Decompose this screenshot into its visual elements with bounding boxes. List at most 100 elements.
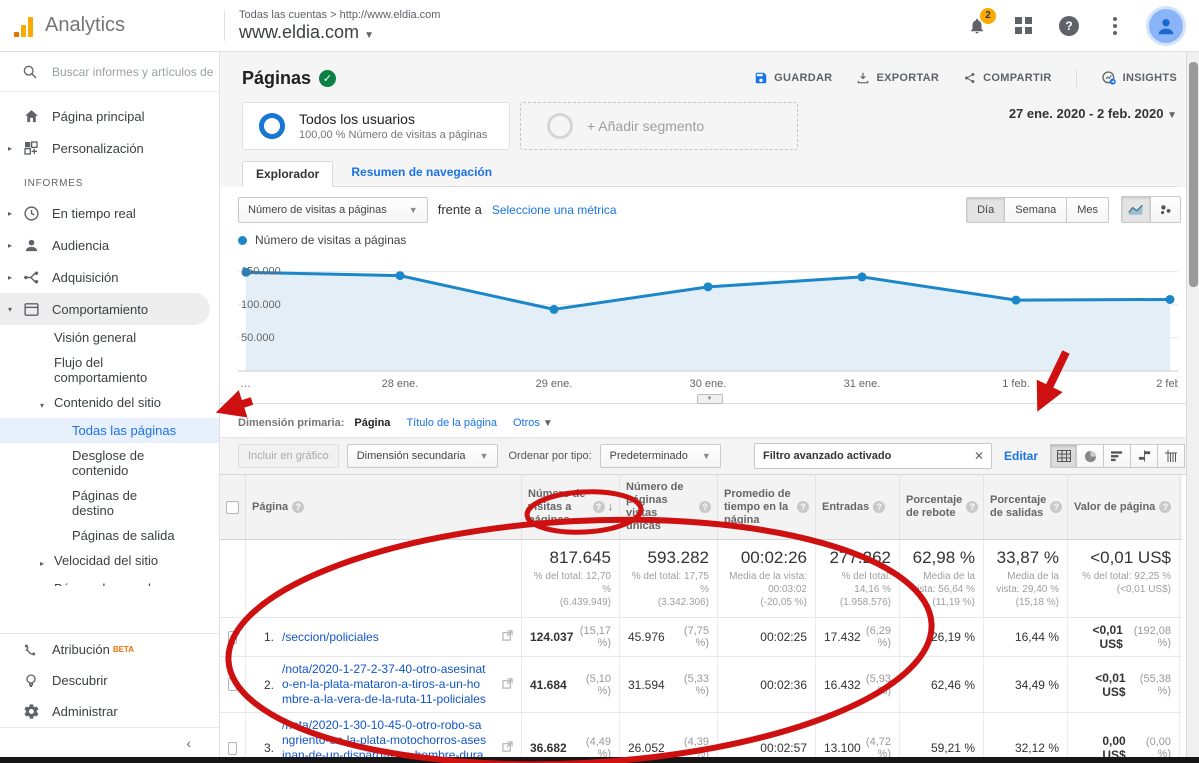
- chevron-down-icon: ▼: [409, 205, 418, 215]
- dimension-other[interactable]: Otros ▼: [513, 417, 553, 429]
- tab-navigation-summary[interactable]: Resumen de navegación: [351, 165, 492, 186]
- export-button[interactable]: EXPORTAR: [856, 71, 939, 85]
- account-switcher[interactable]: Todas las cuentas > http://www.eldia.com…: [239, 9, 440, 43]
- cell-avg-time: 00:02:57: [718, 713, 816, 757]
- help-icon[interactable]: ?: [1050, 501, 1062, 513]
- sidebar-search[interactable]: Buscar informes y artículos de: [0, 52, 219, 92]
- breadcrumb: Todas las cuentas > http://www.eldia.com: [239, 9, 440, 21]
- sidebar-item-site-content[interactable]: ▾Contenido del sitio: [0, 390, 219, 418]
- granularity-month[interactable]: Mes: [1067, 197, 1109, 223]
- percentage-view-button[interactable]: [1077, 444, 1104, 468]
- column-header-entrances[interactable]: Entradas?: [816, 475, 900, 539]
- select-metric-link[interactable]: Seleccione una métrica: [492, 203, 617, 217]
- sidebar-item-landing-pages[interactable]: Páginas de destino: [0, 483, 219, 523]
- column-header-page-value[interactable]: Valor de página?: [1068, 475, 1180, 539]
- select-all-checkbox[interactable]: [226, 501, 239, 514]
- sidebar-item-realtime[interactable]: ▸ En tiempo real: [0, 197, 219, 229]
- add-segment-button[interactable]: + Añadir segmento: [520, 102, 798, 150]
- open-in-new-icon[interactable]: [502, 630, 513, 644]
- sidebar-item-behavior[interactable]: ▾ Comportamiento: [0, 293, 210, 325]
- main-content: Páginas ✓ GUARDAR EXPORTAR COMPARTIR: [220, 52, 1199, 757]
- plot-rows-button[interactable]: Incluir en gráfico: [238, 444, 339, 468]
- date-range-picker[interactable]: 27 ene. 2020 - 2 feb. 2020 ▼: [1009, 102, 1177, 150]
- sidebar-item-admin[interactable]: Administrar: [0, 696, 219, 727]
- collapse-icon: ▾: [0, 305, 16, 314]
- open-in-new-icon[interactable]: [502, 678, 513, 692]
- help-icon[interactable]: ?: [797, 501, 809, 513]
- segment-all-users[interactable]: Todos los usuarios 100,00 % Número de vi…: [242, 102, 510, 150]
- avatar[interactable]: [1149, 9, 1183, 43]
- expand-icon: ▸: [0, 209, 16, 218]
- clear-filter-icon[interactable]: ✕: [967, 449, 991, 463]
- help-icon[interactable]: ?: [966, 501, 978, 513]
- chart-legend: Número de visitas a páginas: [220, 227, 1199, 249]
- more-menu-button[interactable]: [1103, 14, 1127, 38]
- sidebar-item-audience[interactable]: ▸ Audiencia: [0, 229, 219, 261]
- page-link[interactable]: /nota/2020-1-27-2-37-40-otro-asesinato-e…: [282, 662, 487, 707]
- sidebar-item-personalization[interactable]: ▸ Personalización: [0, 132, 219, 164]
- notifications-button[interactable]: 2: [965, 14, 989, 38]
- dimension-page[interactable]: Página: [354, 417, 390, 429]
- help-icon[interactable]: ?: [593, 501, 605, 513]
- timeseries-chart[interactable]: 150.000100.00050.000…28 ene.29 ene.30 en…: [220, 249, 1199, 398]
- account-name[interactable]: www.eldia.com ▼: [239, 22, 440, 43]
- search-placeholder: Buscar informes y artículos de: [52, 65, 213, 79]
- page-link[interactable]: /seccion/policiales: [282, 630, 379, 645]
- sidebar-item-site-search[interactable]: ▸Búsquedas en el sitio: [0, 576, 219, 586]
- column-header-pageviews[interactable]: Número de visitas a páginas?↓: [522, 475, 620, 539]
- pivot-view-button[interactable]: [1158, 444, 1185, 468]
- sidebar-item-home[interactable]: Página principal: [0, 100, 219, 132]
- metric-dropdown[interactable]: Número de visitas a páginas ▼: [238, 197, 428, 223]
- sidebar-item-site-speed[interactable]: ▸Velocidad del sitio: [0, 548, 219, 576]
- column-header-bounce[interactable]: Porcentaje de rebote?: [900, 475, 984, 539]
- search-icon: [22, 64, 38, 80]
- analytics-logo[interactable]: Analytics: [0, 14, 220, 37]
- sidebar-item-behavior-flow[interactable]: Flujo del comportamiento: [0, 350, 219, 390]
- column-header-unique-pageviews[interactable]: Número de páginas vistas únicas?: [620, 475, 718, 539]
- sidebar-item-exit-pages[interactable]: Páginas de salida: [0, 523, 219, 548]
- sidebar-collapse-button[interactable]: ‹: [0, 727, 219, 757]
- share-button[interactable]: COMPARTIR: [963, 71, 1052, 85]
- sidebar-item-content-drilldown[interactable]: Desglose de contenido: [0, 443, 219, 483]
- sidebar-item-discover[interactable]: Descubrir: [0, 665, 219, 696]
- tab-explorer[interactable]: Explorador: [242, 161, 333, 187]
- apps-button[interactable]: [1011, 14, 1035, 38]
- granularity-day[interactable]: Día: [966, 197, 1005, 223]
- comparison-view-button[interactable]: [1131, 444, 1158, 468]
- help-icon[interactable]: ?: [699, 501, 711, 513]
- help-icon[interactable]: ?: [873, 501, 885, 513]
- granularity-week[interactable]: Semana: [1005, 197, 1067, 223]
- column-header-avg-time[interactable]: Promedio de tiempo en la página?: [718, 475, 816, 539]
- scatter-chart-button[interactable]: [1151, 196, 1181, 223]
- secondary-dimension-dropdown[interactable]: Dimensión secundaria▼: [347, 444, 499, 468]
- help-icon[interactable]: ?: [1159, 501, 1171, 513]
- line-chart-button[interactable]: [1121, 196, 1151, 223]
- help-button[interactable]: ?: [1057, 14, 1081, 38]
- open-in-new-icon[interactable]: [502, 741, 513, 755]
- pages-table: Página? Número de visitas a páginas?↓ Nú…: [220, 475, 1182, 757]
- save-button[interactable]: GUARDAR: [754, 71, 832, 85]
- sort-type-dropdown[interactable]: Predeterminado▼: [600, 444, 721, 468]
- edit-filter-link[interactable]: Editar: [1004, 449, 1038, 463]
- row-checkbox[interactable]: [228, 631, 237, 644]
- row-checkbox[interactable]: [228, 742, 237, 755]
- advanced-filter-input[interactable]: Filtro avanzado activado ✕: [754, 443, 992, 469]
- totals-avg-time: 00:02:26 Media de la vista:00:03:02(-20,…: [718, 540, 816, 617]
- dimension-page-title[interactable]: Título de la página: [406, 417, 497, 429]
- performance-view-button[interactable]: [1104, 444, 1131, 468]
- row-checkbox[interactable]: [228, 678, 237, 691]
- sidebar-item-all-pages[interactable]: Todas las páginas: [0, 418, 219, 443]
- data-view-button[interactable]: [1050, 444, 1077, 468]
- page-link[interactable]: /nota/2020-1-30-10-45-0-otro-robo-sangri…: [282, 718, 487, 757]
- chart-expand-handle[interactable]: ▼: [697, 394, 723, 404]
- sidebar-item-acquisition[interactable]: ▸ Adquisición: [0, 261, 219, 293]
- scrollbar-thumb[interactable]: [1189, 62, 1198, 287]
- sidebar-item-attribution[interactable]: AtribuciónBETA: [0, 634, 219, 665]
- download-icon: [856, 71, 870, 85]
- sidebar-item-overview[interactable]: Visión general: [0, 325, 219, 350]
- help-icon[interactable]: ?: [292, 501, 304, 513]
- column-header-exit[interactable]: Porcentaje de salidas?: [984, 475, 1068, 539]
- column-header-page[interactable]: Página?: [246, 475, 522, 539]
- vertical-scrollbar[interactable]: [1186, 52, 1199, 757]
- insights-button[interactable]: INSIGHTS: [1101, 70, 1177, 86]
